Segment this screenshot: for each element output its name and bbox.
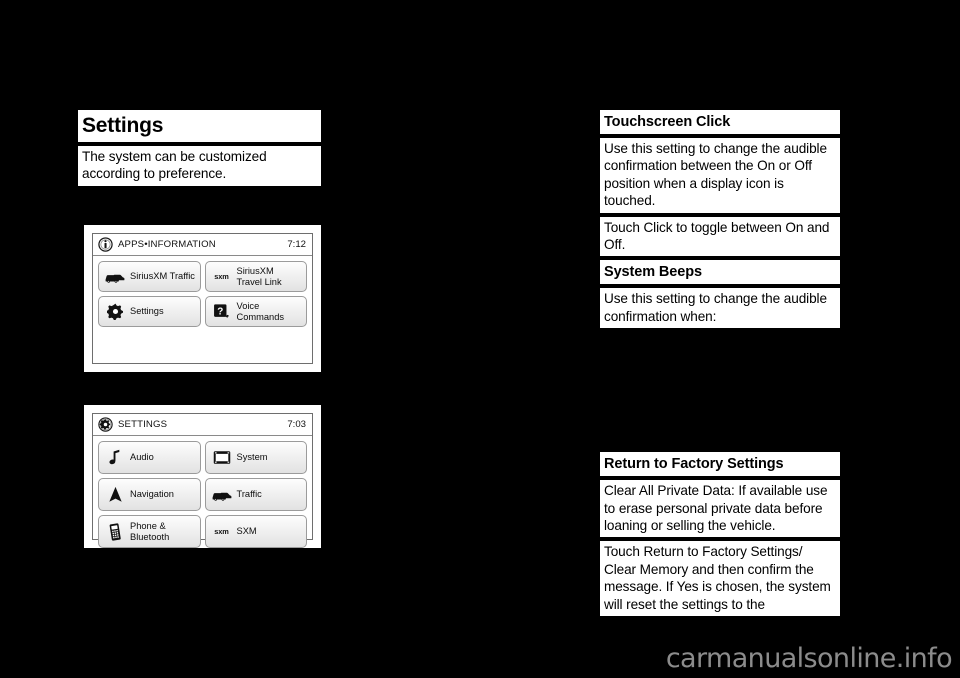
tile-label: SiriusXM Traffic — [130, 271, 195, 282]
display-screen-icon — [212, 448, 232, 468]
svg-text:?: ? — [217, 306, 223, 317]
paragraph-return-to-factory-settings-action: Touch Return to Factory Settings/ Clear … — [600, 541, 840, 617]
tile-voice-commands[interactable]: ? Voice Commands — [204, 296, 307, 327]
tile-navigation[interactable]: Navigation — [98, 478, 201, 511]
tile-system[interactable]: System — [204, 441, 307, 474]
screen-title: SETTINGS — [118, 419, 168, 430]
music-note-icon — [105, 448, 125, 468]
screen-header: APPS•INFORMATION 7:12 — [93, 234, 312, 256]
tile-label: Navigation — [130, 489, 174, 500]
tile-settings[interactable]: Settings — [98, 296, 201, 327]
tile-label: Settings — [130, 306, 164, 317]
traffic-cars-icon — [212, 485, 232, 505]
tile-sxm[interactable]: sxm SXM — [204, 515, 307, 548]
screen-title: APPS•INFORMATION — [118, 239, 216, 250]
paragraph-touchscreen-click-action: Touch Click to toggle between On and Off… — [600, 216, 840, 257]
left-text-column: Settings The system can be customized ac… — [78, 110, 321, 190]
info-circle-icon — [98, 237, 113, 252]
site-watermark: carmanualsonline.info — [665, 643, 953, 674]
section-heading-system-beeps: System Beeps — [600, 260, 840, 285]
app-tile-grid: SiriusXM Traffic sxm SiriusXM Travel Lin… — [93, 256, 312, 363]
manual-page: Settings The system can be customized ac… — [0, 0, 960, 678]
tile-label: Traffic — [236, 489, 262, 500]
traffic-cars-icon — [105, 267, 125, 287]
paragraph-touchscreen-click-description: Use this setting to change the audible c… — [600, 138, 840, 213]
sxm-label: sxm — [214, 527, 229, 536]
sxm-text-icon: sxm — [212, 267, 232, 287]
sxm-text-icon: sxm — [212, 522, 232, 542]
tile-label: Voice Commands — [236, 300, 285, 322]
paragraph-clear-all-private-data: Clear All Private Data: If available use… — [600, 480, 840, 538]
tile-audio[interactable]: Audio — [98, 441, 201, 474]
navigation-arrow-icon — [105, 485, 125, 505]
right-text-column: Touchscreen Click Use this setting to ch… — [600, 110, 840, 620]
tile-phone-and-bluetooth[interactable]: Phone & Bluetooth — [98, 515, 201, 548]
tile-label: Audio — [130, 452, 154, 463]
figure-settings-menu-screen: SETTINGS 7:03 Audio System Navigation Tr… — [84, 405, 321, 548]
paragraph-system-beeps-description: Use this setting to change the audible c… — [600, 288, 840, 329]
column-gap-spacer — [600, 332, 840, 452]
infotainment-screen-apps-information: APPS•INFORMATION 7:12 SiriusXM Traffic s… — [92, 233, 313, 364]
tile-siriusxm-travel-link[interactable]: sxm SiriusXM Travel Link — [204, 261, 307, 292]
figure-apps-information-screen: APPS•INFORMATION 7:12 SiriusXM Traffic s… — [84, 225, 321, 372]
infotainment-screen-settings: SETTINGS 7:03 Audio System Navigation Tr… — [92, 413, 313, 548]
settings-tile-grid: Audio System Navigation Traffic Phone & … — [93, 436, 312, 553]
tile-traffic[interactable]: Traffic — [204, 478, 307, 511]
gear-icon — [105, 302, 125, 322]
section-heading-settings: Settings — [78, 110, 321, 142]
screen-header: SETTINGS 7:03 — [93, 414, 312, 436]
tile-label: SiriusXM Travel Link — [236, 265, 282, 287]
paragraph-settings-intro: The system can be customized according t… — [78, 146, 321, 186]
mobile-phone-icon — [105, 522, 125, 542]
sxm-label: sxm — [214, 272, 229, 281]
section-heading-return-to-factory-settings: Return to Factory Settings — [600, 452, 840, 477]
tile-siriusxm-traffic[interactable]: SiriusXM Traffic — [98, 261, 201, 292]
clock-display: 7:03 — [287, 419, 306, 430]
section-heading-touchscreen-click: Touchscreen Click — [600, 110, 840, 134]
tile-label: Phone & Bluetooth — [130, 520, 170, 542]
voice-commands-icon: ? — [212, 302, 232, 322]
gear-circle-icon — [98, 417, 113, 432]
clock-display: 7:12 — [287, 239, 306, 250]
tile-label: SXM — [236, 526, 257, 537]
tile-label: System — [236, 452, 268, 463]
